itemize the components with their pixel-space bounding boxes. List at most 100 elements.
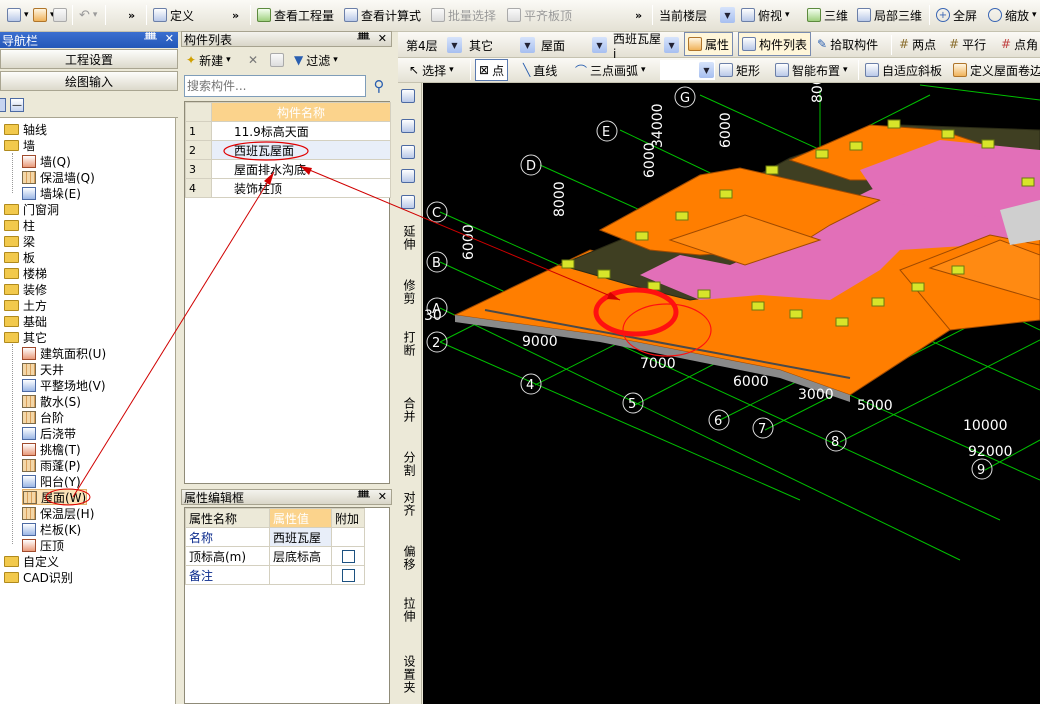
property-value-input[interactable] — [269, 565, 332, 585]
component-dropdown[interactable]: 西班瓦屋i ▼ — [610, 32, 680, 61]
arc3-button[interactable]: ⌒ 三点画弧 ▾ — [572, 58, 649, 82]
component-list-button[interactable]: 构件列表 — [738, 32, 812, 56]
close-icon[interactable]: ✕ — [378, 490, 387, 503]
tree-item[interactable]: 墙(Q) — [22, 153, 71, 169]
collapse-icon[interactable]: — — [10, 98, 24, 112]
three-d-button[interactable]: 三维 — [804, 0, 851, 30]
project-settings-button[interactable]: 工程设置 — [0, 49, 178, 69]
table-row[interactable]: 1 11.9标高天面 — [185, 121, 391, 141]
tree-folder[interactable]: 柱 — [4, 217, 35, 233]
tree-item[interactable]: 建筑面积(U) — [22, 345, 106, 361]
tree-folder[interactable]: 楼梯 — [4, 265, 47, 281]
component-name-cell[interactable]: 11.9标高天面 — [211, 121, 391, 141]
tree-item[interactable]: 天井 — [22, 361, 64, 377]
edit-tool-6[interactable]: 偏移 — [401, 545, 418, 571]
edit-tool-5[interactable]: 对齐 — [401, 491, 418, 517]
tree-folder[interactable]: 装修 — [4, 281, 47, 297]
edit-tool-2[interactable]: 打断 — [401, 331, 418, 357]
select-button[interactable]: ↖ 选择 ▾ — [406, 58, 457, 82]
tree-folder[interactable]: 基础 — [4, 313, 47, 329]
filter-button[interactable]: ▼ 过滤 ▾ — [291, 48, 341, 72]
calc-formula-button[interactable]: 查看计算式 — [341, 0, 424, 30]
drawing-input-button[interactable]: 绘图输入 — [0, 71, 178, 91]
close-icon[interactable]: ✕ — [378, 32, 387, 45]
arc-option-dropdown[interactable]: ▼ — [660, 60, 715, 80]
calc-quantity-button[interactable]: 查看工程量 — [254, 0, 337, 30]
toolbar-overflow[interactable]: » — [229, 0, 242, 30]
toolbar-overflow[interactable]: » — [125, 0, 138, 30]
viewport-canvas[interactable]: G E D C B A 2 4 5 6 7 8 9 800 6000 34000… — [423, 83, 1040, 704]
extra-checkbox[interactable] — [341, 569, 355, 582]
type-dropdown[interactable]: 屋面 ▼ — [538, 35, 608, 55]
component-name-cell[interactable]: 西班瓦屋面 — [211, 140, 391, 160]
rect-button[interactable]: 矩形 — [716, 58, 763, 82]
tree-item[interactable]: 压顶 — [22, 537, 64, 553]
tree-item[interactable]: 屋面(W) — [22, 489, 88, 505]
adaptive-slope-button[interactable]: 自适应斜板 — [862, 58, 945, 82]
fullscreen-button[interactable]: + 全屏 — [933, 0, 980, 30]
tree-item[interactable]: 雨蓬(P) — [22, 457, 81, 473]
zoom-button[interactable]: 缩放 ▾ — [985, 0, 1040, 30]
edit-tool-7[interactable]: 拉伸 — [401, 597, 418, 623]
current-floor-dropdown[interactable]: 当前楼层 ▼ — [656, 5, 736, 25]
define-roof-button[interactable]: 定义屋面卷边 — [950, 58, 1040, 82]
pin-icon[interactable]: ᚙ — [357, 32, 370, 45]
tree-folder[interactable]: 门窗洞 — [4, 201, 59, 217]
move-icon[interactable] — [401, 169, 415, 183]
smart-layout-button[interactable]: 智能布置 ▾ — [772, 58, 851, 82]
tree-item[interactable]: 平整场地(V) — [22, 377, 106, 393]
drawing-viewport[interactable]: G E D C B A 2 4 5 6 7 8 9 800 6000 34000… — [423, 83, 1040, 704]
tree-item[interactable]: 挑檐(T) — [22, 441, 81, 457]
tree-folder[interactable]: 土方 — [4, 297, 47, 313]
two-point-button[interactable]: # 两点 — [896, 32, 939, 56]
component-search-input[interactable] — [184, 75, 366, 97]
copy-component-button[interactable] — [267, 48, 287, 72]
point-angle-button[interactable]: # 点角 — [998, 32, 1040, 56]
tree-folder[interactable]: 其它 — [4, 329, 47, 345]
delete-component-button[interactable]: ✕ — [245, 48, 261, 72]
tree-item[interactable]: 散水(S) — [22, 393, 81, 409]
point-button[interactable]: ⊠ 点 — [475, 59, 509, 81]
tree-folder[interactable]: 梁 — [4, 233, 35, 249]
tree-item[interactable]: 台阶 — [22, 409, 64, 425]
table-row[interactable]: 2 西班瓦屋面 — [185, 140, 391, 160]
component-name-cell[interactable]: 装饰柱顶 — [211, 178, 391, 198]
tree-folder[interactable]: 墙 — [4, 137, 35, 153]
view-mode-button[interactable]: 俯视 ▾ — [738, 0, 793, 30]
mirror-icon[interactable] — [401, 145, 415, 159]
tree-item[interactable]: 保温层(H) — [22, 505, 94, 521]
toolbar-overflow[interactable]: » — [632, 0, 645, 30]
tree-item[interactable]: 后浇带 — [22, 425, 76, 441]
local-3d-button[interactable]: 局部三维 — [854, 0, 925, 30]
define-button[interactable]: 定义 — [150, 0, 197, 30]
line-button[interactable]: ╲ 直线 — [520, 58, 560, 82]
edit-tool-4[interactable]: 分割 — [401, 451, 418, 477]
properties-button[interactable]: 属性 — [684, 32, 734, 56]
new-file-button[interactable]: ▾ — [4, 0, 32, 30]
extra-checkbox[interactable] — [341, 550, 355, 563]
property-value-input[interactable]: 西班瓦屋 — [269, 527, 332, 547]
pick-component-button[interactable]: ✎ 拾取构件 — [814, 32, 881, 56]
close-icon[interactable]: ✕ — [165, 32, 174, 45]
edit-tool-3[interactable]: 合并 — [401, 397, 418, 423]
rotate-icon[interactable] — [401, 119, 415, 133]
new-component-button[interactable]: ✦ 新建 ▾ — [183, 48, 234, 72]
pin-icon[interactable]: ᚙ — [357, 490, 370, 503]
batch-select-button[interactable]: 批量选择 — [428, 0, 499, 30]
parallel-button[interactable]: # 平行 — [946, 32, 989, 56]
edit-tool-0[interactable]: 延伸 — [401, 225, 418, 251]
tree-folder[interactable]: 板 — [4, 249, 35, 265]
expand-icon[interactable] — [0, 98, 6, 112]
save-button[interactable] — [50, 0, 70, 30]
edit-tool-1[interactable]: 修剪 — [401, 279, 418, 305]
tree-folder[interactable]: 轴线 — [4, 121, 47, 137]
property-value-input[interactable]: 层底标高 — [269, 546, 332, 566]
table-row[interactable]: 3 屋面排水沟底 — [185, 159, 391, 179]
component-search-button[interactable]: ⚲ — [368, 75, 390, 97]
floor-dropdown[interactable]: 第4层 ▼ — [403, 35, 463, 55]
undo-button[interactable]: ↶ ▾ — [76, 0, 100, 30]
tree-folder[interactable]: 自定义 — [4, 553, 59, 569]
flush-slab-button[interactable]: 平齐板顶 — [504, 0, 575, 30]
tree-item[interactable]: 保温墙(Q) — [22, 169, 95, 185]
tree-item[interactable]: 栏板(K) — [22, 521, 81, 537]
